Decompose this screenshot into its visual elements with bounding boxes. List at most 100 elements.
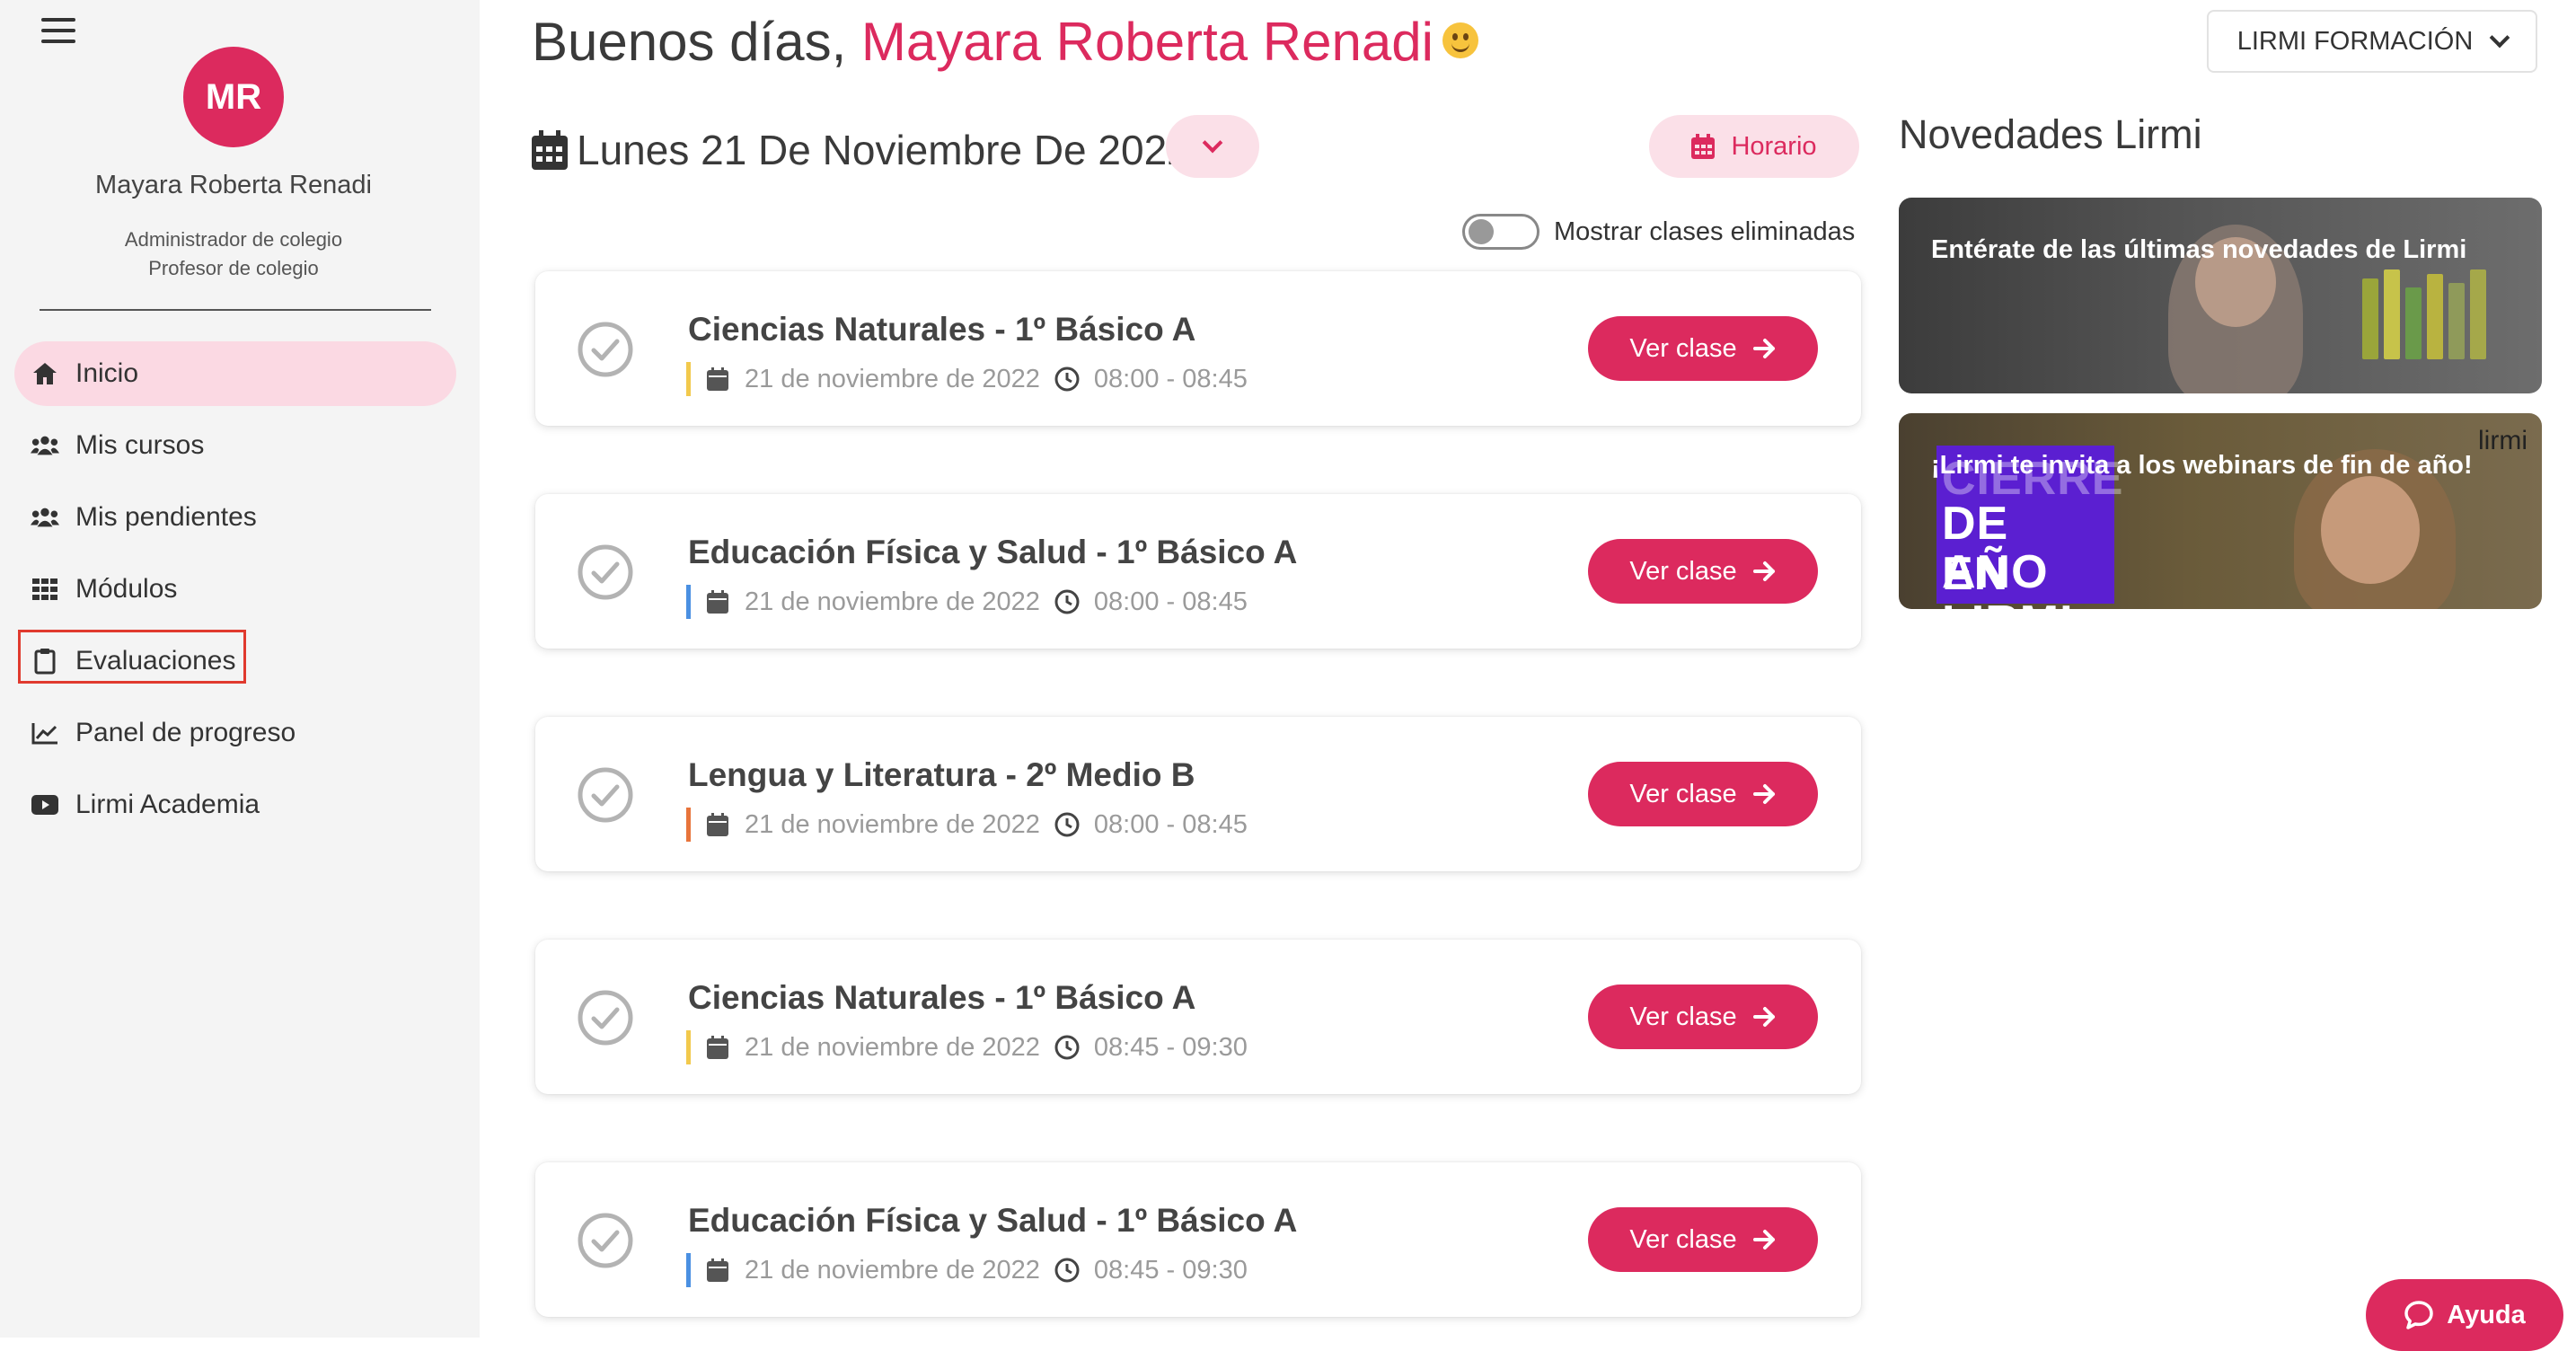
school-select-label: LIRMI FORMACIÓN: [2236, 26, 2474, 56]
lirmi-logo: lirmi: [2478, 426, 2527, 455]
sidebar-item-lirmi-academia[interactable]: Lirmi Academia: [14, 773, 456, 837]
class-meta: 21 de noviembre de 2022 08:45 - 09:30: [686, 1252, 1248, 1288]
class-card: Ciencias Naturales - 1º Básico A 21 de n…: [535, 940, 1861, 1094]
sidebar-item-inicio[interactable]: Inicio: [14, 341, 456, 406]
news-card[interactable]: Entérate de las últimas novedades de Lir…: [1899, 198, 2542, 393]
class-title: Lengua y Literatura - 2º Medio B: [688, 756, 1195, 793]
class-card: Educación Física y Salud - 1º Básico A 2…: [535, 494, 1861, 649]
calendar-icon: [707, 367, 728, 391]
check-circle-icon[interactable]: [577, 1212, 634, 1269]
date-dropdown-button[interactable]: [1166, 115, 1259, 178]
news-card[interactable]: CIERRE DE AÑO EN LIRMI lirmi ¡Lirmi te i…: [1899, 413, 2542, 609]
class-time: 08:00 - 08:45: [1093, 364, 1248, 393]
news-photo-shelf: [2362, 269, 2515, 377]
ver-clase-label: Ver clase: [1629, 1224, 1737, 1254]
date-heading: Lunes 21 De Noviembre De 2022: [532, 119, 1190, 181]
subject-color-bar: [686, 1253, 691, 1287]
class-date: 21 de noviembre de 2022: [745, 1255, 1040, 1285]
check-circle-icon[interactable]: [577, 766, 634, 824]
ver-clase-label: Ver clase: [1629, 779, 1737, 808]
class-card: Ciencias Naturales - 1º Básico A 21 de n…: [535, 271, 1861, 426]
smile-emoji-icon: [1442, 22, 1478, 59]
hamburger-menu-icon[interactable]: [41, 18, 75, 45]
chart-line-icon: [31, 719, 59, 747]
grid-icon: [31, 575, 59, 604]
class-date: 21 de noviembre de 2022: [745, 587, 1040, 616]
calendar-icon: [1691, 134, 1716, 159]
subject-color-bar: [686, 808, 691, 842]
ver-clase-button[interactable]: Ver clase: [1588, 985, 1818, 1049]
ver-clase-label: Ver clase: [1629, 556, 1737, 586]
class-title: Ciencias Naturales - 1º Básico A: [688, 311, 1196, 348]
home-icon: [31, 359, 59, 388]
toggle-knob: [1469, 219, 1494, 244]
ver-clase-label: Ver clase: [1629, 1002, 1737, 1031]
sidebar: MR Mayara Roberta Renadi Administrador d…: [0, 0, 480, 1338]
class-title: Educación Física y Salud - 1º Básico A: [688, 1202, 1298, 1239]
ver-clase-button[interactable]: Ver clase: [1588, 762, 1818, 826]
check-circle-icon[interactable]: [577, 321, 634, 378]
user-role: Profesor de colegio: [148, 257, 319, 279]
ver-clase-label: Ver clase: [1629, 333, 1737, 363]
subject-color-bar: [686, 585, 691, 619]
subject-color-bar: [686, 362, 691, 396]
check-circle-icon[interactable]: [577, 989, 634, 1046]
sidebar-item-label: Módulos: [75, 574, 178, 604]
class-meta: 21 de noviembre de 2022 08:45 - 09:30: [686, 1029, 1248, 1065]
calendar-icon: [707, 590, 728, 614]
ver-clase-button[interactable]: Ver clase: [1588, 1207, 1818, 1272]
news-photo-face: [2321, 476, 2420, 584]
users-icon: [31, 431, 59, 460]
show-deleted-toggle-row: Mostrar clases eliminadas: [1462, 212, 1855, 252]
ver-clase-button[interactable]: Ver clase: [1588, 316, 1818, 381]
calendar-icon: [532, 130, 568, 170]
class-date: 21 de noviembre de 2022: [745, 364, 1040, 393]
chevron-down-icon: [2489, 27, 2510, 49]
class-time: 08:45 - 09:30: [1093, 1032, 1248, 1062]
class-title: Educación Física y Salud - 1º Básico A: [688, 534, 1298, 570]
class-date: 21 de noviembre de 2022: [745, 809, 1040, 839]
class-time: 08:00 - 08:45: [1093, 587, 1248, 616]
sidebar-item-mis-cursos[interactable]: Mis cursos: [14, 413, 456, 478]
sidebar-item-mis-pendientes[interactable]: Mis pendientes: [14, 485, 456, 550]
class-meta: 21 de noviembre de 2022 08:00 - 08:45: [686, 361, 1248, 397]
highlight-box: [18, 630, 246, 684]
calendar-icon: [707, 1258, 728, 1282]
arrow-right-icon: [1752, 339, 1775, 358]
show-deleted-toggle[interactable]: [1462, 214, 1539, 250]
youtube-icon: [31, 790, 59, 819]
class-time: 08:45 - 09:30: [1093, 1255, 1248, 1285]
clock-icon: [1054, 812, 1080, 837]
sidebar-divider: [40, 309, 431, 311]
calendar-icon: [707, 813, 728, 836]
ver-clase-button[interactable]: Ver clase: [1588, 539, 1818, 604]
page-title: Buenos días, Mayara Roberta Renadi: [532, 11, 1478, 73]
help-button[interactable]: Ayuda: [2366, 1279, 2563, 1351]
sidebar-item-panel-de-progreso[interactable]: Panel de progreso: [14, 701, 456, 765]
class-meta: 21 de noviembre de 2022 08:00 - 08:45: [686, 584, 1248, 620]
arrow-right-icon: [1752, 561, 1775, 581]
check-circle-icon[interactable]: [577, 543, 634, 601]
greeting-name: Mayara Roberta Renadi: [860, 12, 1434, 72]
sidebar-item-label: Inicio: [75, 358, 139, 388]
class-meta: 21 de noviembre de 2022 08:00 - 08:45: [686, 807, 1248, 843]
sidebar-item-modulos[interactable]: Módulos: [14, 557, 456, 622]
greeting-prefix: Buenos días,: [532, 12, 847, 72]
avatar: MR: [183, 47, 284, 147]
class-time: 08:00 - 08:45: [1093, 809, 1248, 839]
news-title: Novedades Lirmi: [1899, 111, 2202, 157]
school-select[interactable]: LIRMI FORMACIÓN: [2207, 10, 2537, 73]
user-name: Mayara Roberta Renadi: [95, 171, 372, 199]
sidebar-item-label: Mis cursos: [75, 430, 205, 460]
arrow-right-icon: [1752, 1007, 1775, 1027]
subject-color-bar: [686, 1030, 691, 1064]
user-role: Administrador de colegio: [124, 228, 343, 251]
arrow-right-icon: [1752, 1230, 1775, 1249]
users-icon: [31, 503, 59, 532]
class-card: Lengua y Literatura - 2º Medio B 21 de n…: [535, 717, 1861, 871]
sidebar-item-label: Lirmi Academia: [75, 790, 260, 819]
horario-button[interactable]: Horario: [1649, 115, 1859, 178]
horario-label: Horario: [1731, 131, 1817, 161]
class-card: Educación Física y Salud - 1º Básico A 2…: [535, 1162, 1861, 1317]
date-label: Lunes 21 De Noviembre De 2022: [577, 127, 1190, 173]
